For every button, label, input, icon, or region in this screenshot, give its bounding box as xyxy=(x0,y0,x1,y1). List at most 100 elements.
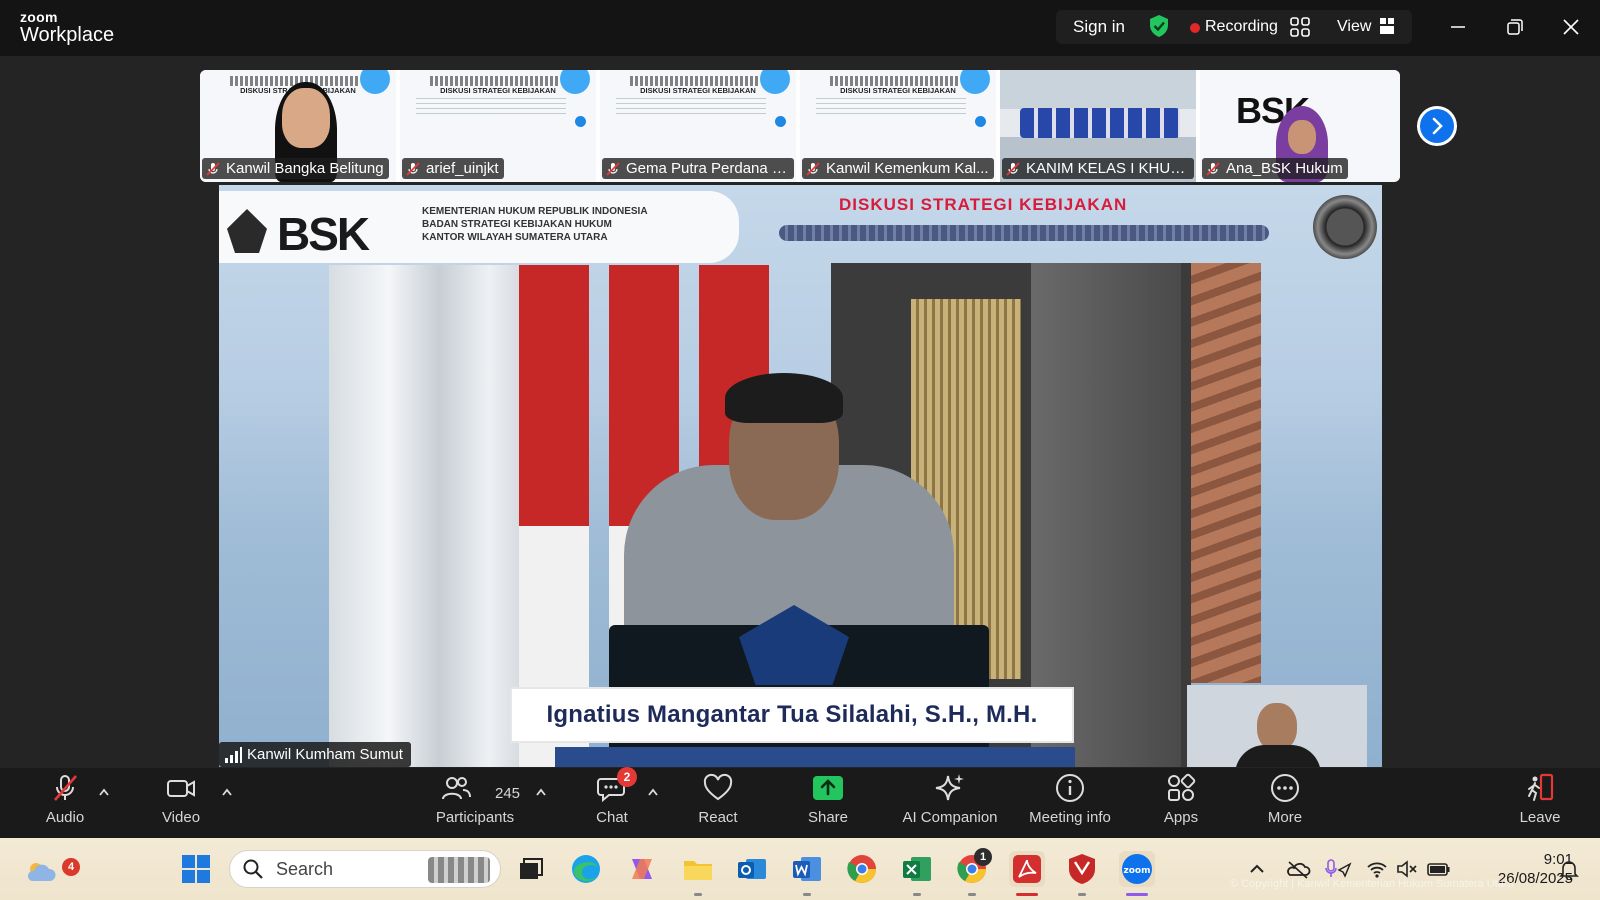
participants-icon xyxy=(442,777,471,800)
apps-label: Apps xyxy=(1163,809,1199,826)
participant-name-tag: Kanwil Kemenkum Kal... xyxy=(802,158,994,179)
view-layout-icon[interactable] xyxy=(1380,18,1394,34)
chrome-profile-button[interactable]: 1 xyxy=(954,848,992,887)
chat-options-caret-icon[interactable] xyxy=(647,788,659,796)
gallery-grid-icon[interactable] xyxy=(1290,17,1310,37)
file-explorer-button[interactable] xyxy=(680,851,716,887)
chrome-button[interactable] xyxy=(844,851,880,887)
security-app-button[interactable] xyxy=(1064,851,1100,887)
next-page-button[interactable] xyxy=(1417,106,1457,146)
recording-label[interactable]: Recording xyxy=(1205,18,1278,36)
title-bar: zoom Workplace Sign in Recording View xyxy=(0,0,1600,56)
folder-icon xyxy=(684,861,712,880)
slide-title: DISKUSI STRATEGI KEBIJAKAN xyxy=(440,86,556,95)
mic-in-use-icon[interactable] xyxy=(1324,858,1352,880)
event-banner: DISKUSI STRATEGI KEBIJAKAN xyxy=(779,191,1279,249)
start-button[interactable] xyxy=(178,851,214,887)
notification-bell-icon[interactable] xyxy=(1558,858,1580,880)
acrobat-button[interactable] xyxy=(1009,851,1045,887)
acrobat-icon xyxy=(1013,855,1041,883)
organization-banner: BSK KEMENTERIAN HUKUM REPUBLIK INDONESIA… xyxy=(219,191,739,263)
zoom-app-button[interactable]: zoom xyxy=(1119,851,1155,887)
mic-muted-icon xyxy=(1006,161,1020,176)
apps-button[interactable]: Apps xyxy=(1156,772,1206,826)
shield-icon xyxy=(1069,854,1095,884)
sign-language-interpreter xyxy=(1187,685,1367,767)
participant-tile[interactable]: DISKUSI STRATEGI KEBIJAKAN Gema Putra Pe… xyxy=(600,70,798,182)
ai-companion-label: AI Companion xyxy=(902,809,998,826)
encryption-shield-icon[interactable] xyxy=(1148,14,1170,38)
copyright-watermark: © Copyright | Kanwil Kementerian Hukum S… xyxy=(1230,878,1514,890)
ai-companion-button[interactable]: AI Companion xyxy=(900,772,1000,826)
weather-cloud-icon xyxy=(27,863,56,881)
audio-options-caret-icon[interactable] xyxy=(98,788,110,796)
search-highlight-image xyxy=(428,857,490,883)
active-indicator xyxy=(1126,893,1148,896)
running-indicator xyxy=(694,893,702,896)
slide-decoration xyxy=(760,70,790,94)
wifi-icon[interactable] xyxy=(1366,858,1388,880)
share-button[interactable]: Share xyxy=(803,772,853,826)
mic-muted-icon xyxy=(406,161,420,176)
windows-taskbar: 4 Search 1 zoom 9:01 26/08/2025 © Copyri… xyxy=(0,838,1600,900)
participant-name-tag: Kanwil Bangka Belitung xyxy=(202,158,389,179)
taskbar-search-box[interactable]: Search xyxy=(229,850,501,888)
participant-tile[interactable]: DISKUSI STRATEGI KEBIJAKAN Kanwil Bangka… xyxy=(200,70,398,182)
active-indicator xyxy=(1016,893,1038,896)
edge-browser-button[interactable] xyxy=(568,851,604,887)
restore-icon[interactable] xyxy=(1501,14,1529,40)
chrome-badge: 1 xyxy=(974,848,992,866)
main-speaker-video[interactable]: BSK KEMENTERIAN HUKUM REPUBLIK INDONESIA… xyxy=(219,185,1382,767)
chevron-right-icon xyxy=(1420,109,1454,143)
participants-count: 245 xyxy=(495,785,521,802)
more-button[interactable]: More xyxy=(1260,772,1310,826)
sparkle-icon xyxy=(935,774,964,801)
task-view-button[interactable] xyxy=(512,851,548,887)
close-icon[interactable] xyxy=(1557,14,1585,40)
minimize-icon[interactable] xyxy=(1444,14,1472,40)
weather-widget[interactable]: 4 xyxy=(22,851,80,887)
meeting-info-button[interactable]: Meeting info xyxy=(1025,772,1115,826)
event-title: DISKUSI STRATEGI KEBIJAKAN xyxy=(839,195,1128,214)
participant-strip: DISKUSI STRATEGI KEBIJAKAN Kanwil Bangka… xyxy=(200,70,1400,182)
chat-unread-badge: 2 xyxy=(617,767,637,787)
sign-in-button[interactable]: Sign in xyxy=(1073,17,1125,37)
participant-name: KANIM KELAS I KHUS... xyxy=(1026,160,1189,177)
active-speaker-name: Kanwil Kumham Sumut xyxy=(247,746,403,763)
outlook-button[interactable] xyxy=(734,851,770,887)
excel-button[interactable] xyxy=(899,851,935,887)
mic-muted-icon xyxy=(606,161,620,176)
slide-title: DISKUSI STRATEGI KEBIJAKAN xyxy=(840,86,956,95)
participant-tile[interactable]: BSK Ana_BSK Hukum xyxy=(1200,70,1400,182)
apps-icon xyxy=(1168,773,1196,801)
participant-name-tag: KANIM KELAS I KHUS... xyxy=(1002,158,1194,179)
onedrive-icon[interactable] xyxy=(1285,858,1311,880)
participant-name-tag: Ana_BSK Hukum xyxy=(1202,158,1348,179)
react-button[interactable]: React xyxy=(693,772,743,826)
audio-button[interactable]: Audio xyxy=(40,772,90,826)
zoom-icon: zoom xyxy=(1122,854,1152,884)
view-button[interactable]: View xyxy=(1337,18,1371,36)
slide-decoration xyxy=(975,116,986,127)
chat-label: Chat xyxy=(596,809,628,826)
participant-tile[interactable]: DISKUSI STRATEGI KEBIJAKAN Kanwil Kemenk… xyxy=(800,70,998,182)
participant-video xyxy=(1020,108,1180,138)
active-speaker-tag: Kanwil Kumham Sumut xyxy=(219,742,411,767)
participant-tile[interactable]: DISKUSI STRATEGI KEBIJAKAN arief_uinjkt xyxy=(400,70,598,182)
participant-tile[interactable]: KANIM KELAS I KHUS... xyxy=(1000,70,1198,182)
video-button[interactable]: Video xyxy=(156,772,206,826)
leave-button[interactable]: Leave xyxy=(1515,772,1565,826)
video-options-caret-icon[interactable] xyxy=(221,788,233,796)
chevron-up-icon[interactable] xyxy=(1246,858,1268,880)
battery-icon[interactable] xyxy=(1426,858,1452,880)
speaker-muted-icon[interactable] xyxy=(1396,858,1418,880)
participant-name: Gema Putra Perdana S... xyxy=(626,160,789,177)
speaker-name: Ignatius Mangantar Tua Silalahi, S.H., M… xyxy=(546,701,1038,728)
participants-options-caret-icon[interactable] xyxy=(535,788,547,796)
slide-decoration xyxy=(575,116,586,127)
chat-button[interactable]: 2 Chat xyxy=(590,767,637,826)
word-button[interactable] xyxy=(789,851,825,887)
slide-text-lines xyxy=(816,98,966,116)
curtain xyxy=(329,265,529,767)
copilot-button[interactable] xyxy=(624,851,660,887)
